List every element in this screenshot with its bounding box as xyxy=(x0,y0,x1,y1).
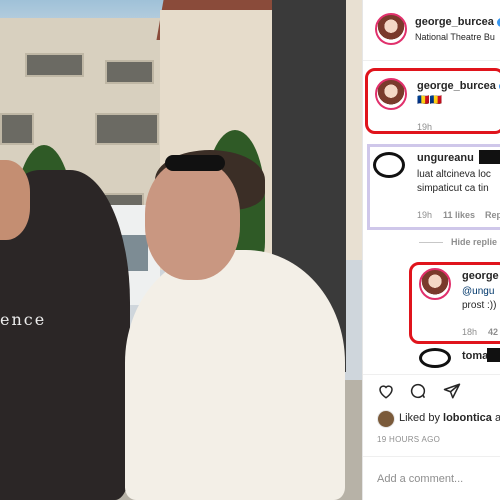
reply-time: 18h xyxy=(462,327,478,337)
caption-time: 19h xyxy=(417,122,433,132)
comment-likes[interactable]: 11 likes xyxy=(443,210,475,220)
reply-likes[interactable]: 42 xyxy=(488,327,498,337)
redaction-box xyxy=(479,150,500,164)
hide-replies-button[interactable]: Hide replie xyxy=(451,237,497,247)
post-location[interactable]: National Theatre Bu xyxy=(415,32,495,42)
heart-icon[interactable] xyxy=(377,382,395,400)
reply-avatar[interactable] xyxy=(419,268,451,300)
share-icon[interactable] xyxy=(443,382,461,400)
photo-man-right xyxy=(125,150,345,500)
add-comment-bar: Add a comment... xyxy=(363,456,500,500)
photo-shirt-text: ence xyxy=(0,310,47,329)
post-timestamp: 19 HOURS AGO xyxy=(377,435,441,444)
comment-reply-button[interactable]: Reply xyxy=(485,210,500,220)
comment-text-line2: simpaticut ca tin xyxy=(417,183,489,194)
hidden-avatar-oval xyxy=(373,152,405,178)
redaction-box xyxy=(487,348,500,362)
post-header: george_burcea National Theatre Bu xyxy=(363,0,500,61)
photo-building-right xyxy=(346,0,362,260)
post-photo: ence xyxy=(0,0,362,500)
liker-avatar[interactable] xyxy=(377,410,395,428)
caption-avatar[interactable] xyxy=(375,78,407,110)
comment-time: 19h xyxy=(417,210,433,220)
caption-author[interactable]: george_burcea xyxy=(417,80,500,92)
author-avatar[interactable] xyxy=(375,13,407,45)
hidden-avatar-oval xyxy=(419,348,451,368)
reply-text: prost :)) xyxy=(462,300,497,311)
caption-text: 🇷🇴🇷🇴 xyxy=(417,95,442,106)
reply-author[interactable]: george xyxy=(462,270,499,282)
liked-by-user[interactable]: lobontica xyxy=(443,412,492,424)
photo-man-left: ence xyxy=(0,160,130,500)
hide-replies-line xyxy=(419,242,443,243)
post-author[interactable]: george_burcea xyxy=(415,16,500,28)
liked-by-text: Liked by lobontica a xyxy=(399,412,500,424)
comment-author[interactable]: ungureanu xyxy=(417,152,474,164)
comment-text-line1: luat altcineva loc xyxy=(417,169,491,180)
add-comment-input[interactable]: Add a comment... xyxy=(377,473,463,485)
reply-mention[interactable]: @ungu xyxy=(462,285,494,299)
comment-icon[interactable] xyxy=(409,382,427,400)
comment2-author[interactable]: toma xyxy=(462,350,488,362)
comments-panel: george_burcea National Theatre Bu george… xyxy=(362,0,500,500)
